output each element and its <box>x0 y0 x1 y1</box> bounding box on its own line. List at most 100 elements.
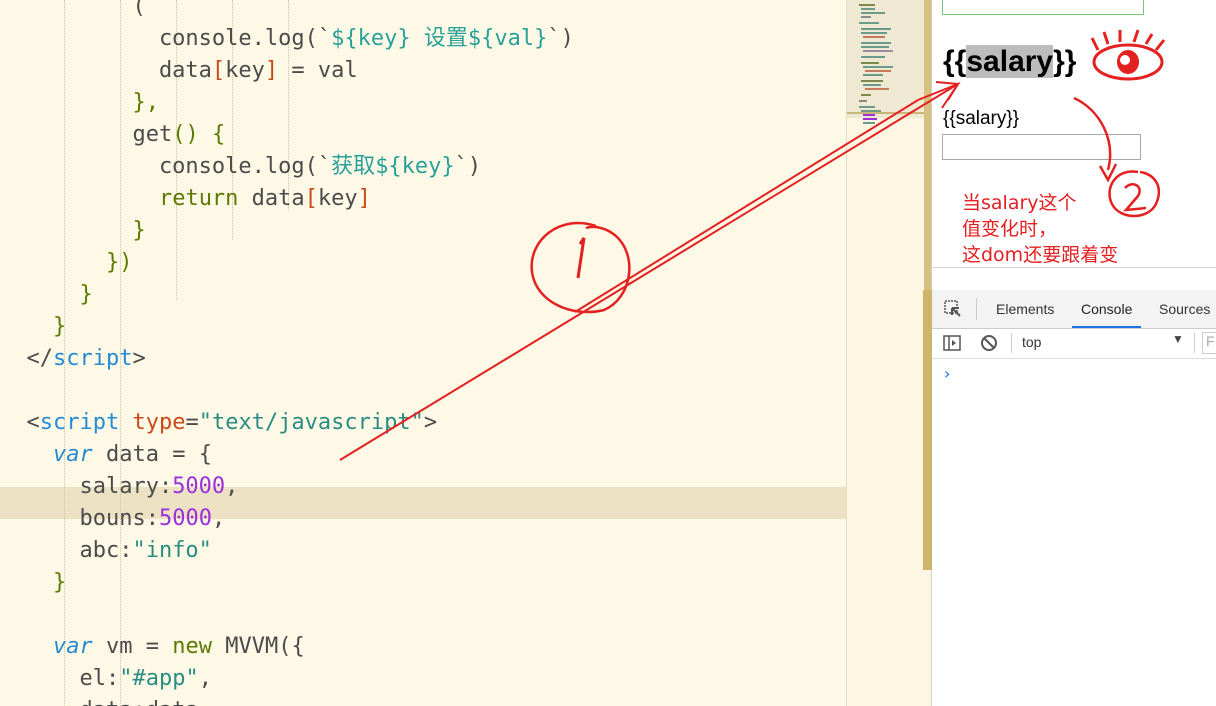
code-line[interactable]: get() { <box>0 119 225 151</box>
minimap-line <box>863 36 885 38</box>
code-token: }, <box>0 90 159 115</box>
code-token: "text/javascript" <box>198 410 424 435</box>
devtools: Elements Console Sources top ▼ F › <box>932 290 1216 706</box>
minimap-line <box>859 106 875 108</box>
minimap-line <box>861 110 881 112</box>
code-token: . <box>251 154 265 179</box>
minimap-line <box>861 94 871 96</box>
code-line[interactable]: } <box>0 311 66 343</box>
minimap-line <box>861 42 891 44</box>
code-token: var <box>52 634 93 659</box>
code-line[interactable]: abc:"info" <box>0 535 211 567</box>
minimap[interactable] <box>846 0 932 706</box>
code-token: get <box>132 122 173 147</box>
code-token: salary: <box>0 474 173 499</box>
inspect-element-icon[interactable] <box>944 300 962 318</box>
minimap-line <box>861 32 887 34</box>
code-line[interactable]: var data = { <box>0 439 212 471</box>
code-token: 设置 <box>423 26 468 51</box>
code-line[interactable]: data[key] = val <box>0 55 358 87</box>
code-token: MVVM({ <box>211 634 305 659</box>
code-token: 5000 <box>172 474 226 499</box>
chevron-down-icon[interactable]: ▼ <box>1172 332 1184 346</box>
code-token: data <box>0 58 212 83</box>
code-line[interactable]: var vm = new MVVM({ <box>0 631 305 663</box>
code-token: data = { <box>92 442 212 467</box>
filter-input[interactable]: F <box>1202 332 1216 354</box>
code-line[interactable]: el:"#app", <box>0 663 212 695</box>
minimap-line <box>863 74 883 76</box>
console-prompt[interactable]: › <box>944 364 950 383</box>
code-line[interactable]: } <box>0 567 66 599</box>
code-token: data:data <box>0 698 198 706</box>
minimap-line <box>861 12 885 14</box>
code-token: }) <box>0 250 133 275</box>
tab-console[interactable]: Console <box>1072 290 1142 328</box>
code-token: console <box>0 26 252 51</box>
code-token: (` <box>304 154 332 179</box>
minimap-line <box>863 118 877 120</box>
code-token: > <box>423 410 438 435</box>
top-box <box>942 0 1144 15</box>
heading-brace-right: }} <box>1053 45 1077 78</box>
code-token: , <box>198 666 212 691</box>
sidebar-toggle-icon[interactable] <box>943 335 961 351</box>
annotation-text: 当salary这个 值变化时， 这dom还要跟着变 <box>962 192 1119 266</box>
code-line[interactable]: <script type="text/javascript"> <box>0 407 437 439</box>
code-line[interactable]: } <box>0 279 93 311</box>
eye-drawing <box>1090 29 1166 81</box>
code-line[interactable]: </script> <box>0 343 145 375</box>
code-token: data <box>238 186 305 211</box>
code-editor[interactable]: ( console.log(`${key} 设置${val}`) data[ke… <box>0 0 846 706</box>
code-token: ( <box>132 0 146 19</box>
code-line[interactable]: ( <box>0 0 146 23</box>
tab-sources[interactable]: Sources <box>1159 290 1210 328</box>
code-line[interactable]: console.log(`获取${key}`) <box>0 151 481 183</box>
code-token: type <box>132 410 186 435</box>
code-token: ${key} <box>375 154 455 179</box>
salary-label: {{salary}} <box>943 108 1020 129</box>
code-line[interactable]: }) <box>0 247 133 279</box>
code-line[interactable]: salary:5000, <box>0 471 238 503</box>
code-token: ${key} <box>331 26 424 51</box>
minimap-line <box>863 84 881 86</box>
code-line[interactable]: return data[key] <box>0 183 371 215</box>
salary-input[interactable] <box>942 134 1141 160</box>
code-token: [ <box>304 186 318 211</box>
minimap-line <box>859 100 867 102</box>
context-selector[interactable]: top <box>1022 334 1041 350</box>
code-token: vm = <box>92 634 173 659</box>
code-token: key <box>225 58 265 83</box>
code-line[interactable]: data:data <box>0 695 198 706</box>
resize-handle[interactable] <box>923 290 932 570</box>
code-token: ] <box>264 58 279 83</box>
code-token: , <box>211 506 226 531</box>
panel-divider <box>932 267 1216 268</box>
code-line[interactable]: }, <box>0 87 159 119</box>
minimap-line <box>865 70 891 72</box>
tab-elements[interactable]: Elements <box>996 290 1054 328</box>
code-token: var <box>52 442 93 467</box>
code-token: log <box>264 154 305 179</box>
code-line[interactable]: console.log(`${key} 设置${val}`) <box>0 23 574 55</box>
minimap-line <box>863 122 875 124</box>
code-token: ${val} <box>467 26 548 51</box>
code-token: } <box>0 218 146 243</box>
salary-heading: {{salary}} <box>943 42 1076 82</box>
code-line[interactable]: bouns:5000, <box>0 503 225 535</box>
minimap-line <box>863 114 875 116</box>
minimap-line <box>861 46 889 48</box>
minimap-line <box>861 62 879 64</box>
clear-console-icon[interactable] <box>980 334 998 352</box>
devtools-tab-bar: Elements Console Sources <box>932 290 1216 329</box>
code-token: ] <box>357 186 371 211</box>
minimap-line <box>863 50 893 52</box>
code-token: console <box>0 154 252 179</box>
code-token: `) <box>547 26 574 51</box>
code-line[interactable]: } <box>0 215 146 247</box>
code-token: } <box>0 282 93 307</box>
